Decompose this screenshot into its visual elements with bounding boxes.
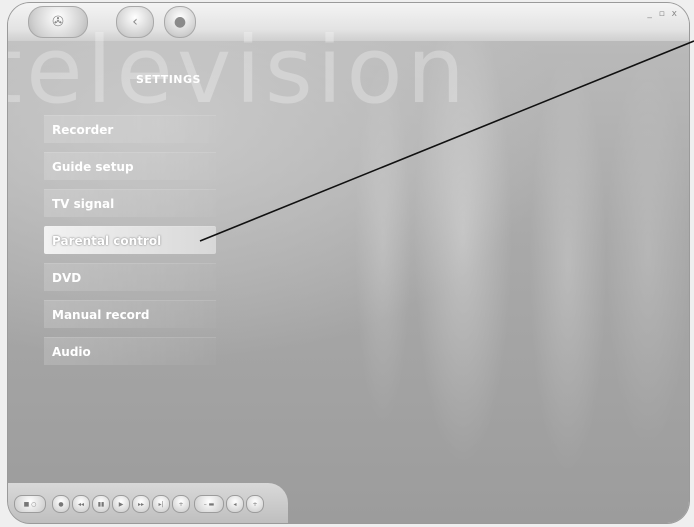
skip-icon[interactable]: ▸| — [152, 495, 170, 513]
record-icon[interactable]: ● — [52, 495, 70, 513]
menu-item-tv-signal[interactable]: TV signal — [44, 189, 216, 217]
media-center-window: ✇ ‹ ● _ ▫ x television SETTINGS Recorder… — [8, 3, 689, 523]
mute-icon[interactable]: ◂ — [226, 495, 244, 513]
menu-item-parental-control[interactable]: Parental control — [44, 226, 216, 254]
volume-down-icon[interactable]: – ▬ — [194, 495, 224, 513]
pause-icon[interactable]: ▮▮ — [92, 495, 110, 513]
play-icon[interactable]: ▶ — [112, 495, 130, 513]
forward-icon[interactable]: ▸▸ — [132, 495, 150, 513]
stop-icon[interactable]: ■ ○ — [14, 495, 46, 513]
volume-up-icon[interactable]: + — [246, 495, 264, 513]
watermark-text: television — [8, 17, 469, 124]
menu-item-manual-record[interactable]: Manual record — [44, 300, 216, 328]
rewind-icon[interactable]: ◂◂ — [72, 495, 90, 513]
menu-item-dvd[interactable]: DVD — [44, 263, 216, 291]
menu-item-audio[interactable]: Audio — [44, 337, 216, 365]
window-controls[interactable]: _ ▫ x — [647, 9, 679, 19]
channel-icon[interactable]: + — [172, 495, 190, 513]
menu-item-guide-setup[interactable]: Guide setup — [44, 152, 216, 180]
transport-controls: ■ ○ ● ◂◂ ▮▮ ▶ ▸▸ ▸| + – ▬ ◂ + — [8, 483, 288, 523]
page-title: SETTINGS — [136, 73, 201, 86]
menu-item-recorder[interactable]: Recorder — [44, 115, 216, 143]
